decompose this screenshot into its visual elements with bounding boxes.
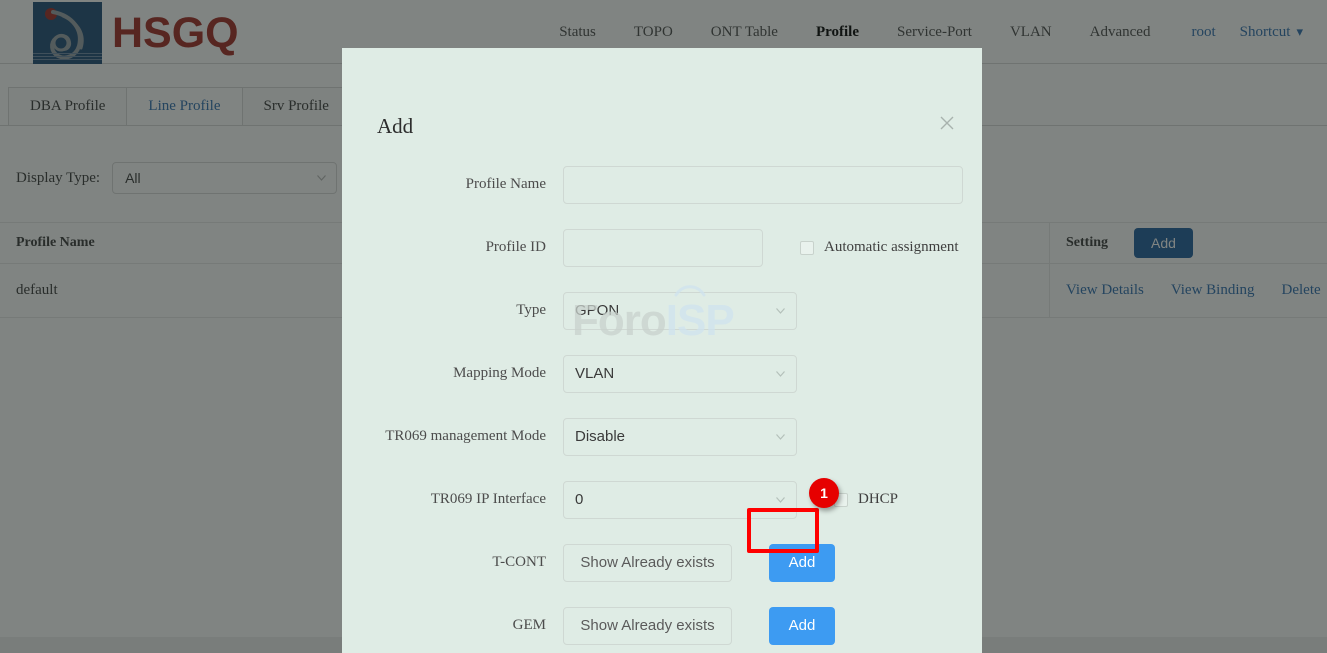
- field-row-mapping-mode: Mapping Mode VLAN: [342, 347, 982, 400]
- label-tr069-management-mode: TR069 management Mode: [385, 428, 546, 444]
- tr069-management-mode-select[interactable]: Disable: [563, 417, 797, 456]
- label-gem: GEM: [512, 617, 546, 633]
- label-mapping-mode: Mapping Mode: [453, 365, 546, 381]
- dhcp-checkbox[interactable]: DHCP: [834, 491, 898, 508]
- annotation-step-badge: 1: [809, 478, 839, 508]
- field-row-tr069-management-mode: TR069 management Mode Disable: [342, 410, 982, 463]
- automatic-assignment-label: Automatic assignment: [824, 239, 959, 255]
- mapping-mode-select[interactable]: VLAN: [563, 354, 797, 393]
- field-row-type: Type GPON: [342, 284, 982, 337]
- tr069-ip-interface-value: 0: [575, 491, 584, 508]
- chevron-down-icon: [776, 433, 785, 440]
- dialog-form: Profile Name Profile ID Automatic assign…: [342, 158, 982, 653]
- dialog-title: Add: [377, 114, 414, 138]
- tcont-add-button[interactable]: Add: [769, 543, 835, 582]
- profile-name-input[interactable]: [563, 165, 963, 204]
- type-value: GPON: [575, 302, 620, 319]
- profile-id-input[interactable]: [563, 228, 763, 267]
- chevron-down-icon: [776, 496, 785, 503]
- label-profile-name: Profile Name: [465, 176, 546, 192]
- mapping-mode-value: VLAN: [575, 365, 615, 382]
- label-type: Type: [516, 302, 546, 318]
- label-tcont: T-CONT: [492, 554, 546, 570]
- automatic-assignment-checkbox[interactable]: Automatic assignment: [800, 239, 959, 256]
- gem-show-existing-button[interactable]: Show Already exists: [563, 606, 732, 645]
- type-select[interactable]: GPON: [563, 291, 797, 330]
- screenshot-root: HSGQ Status TOPO ONT Table Profile Servi…: [0, 0, 1327, 653]
- gem-add-button[interactable]: Add: [769, 606, 835, 645]
- field-row-profile-id: Profile ID Automatic assignment: [342, 221, 982, 274]
- close-icon[interactable]: [934, 110, 960, 136]
- tcont-show-existing-button[interactable]: Show Already exists: [563, 543, 732, 582]
- field-row-tr069-ip-interface: TR069 IP Interface 0 DHCP: [342, 473, 982, 526]
- add-line-profile-dialog: Add Profile Name Profile ID Automatic as…: [342, 48, 982, 653]
- field-row-profile-name: Profile Name: [342, 158, 982, 211]
- tr069-management-mode-value: Disable: [575, 428, 626, 445]
- field-row-tcont: T-CONT Show Already exists Add: [342, 536, 982, 589]
- label-tr069-ip-interface: TR069 IP Interface: [430, 491, 546, 507]
- dhcp-label: DHCP: [858, 491, 899, 507]
- field-row-gem: GEM Show Already exists Add: [342, 599, 982, 652]
- checkbox-box-icon: [800, 240, 814, 255]
- chevron-down-icon: [776, 370, 785, 377]
- label-profile-id: Profile ID: [485, 239, 546, 255]
- tr069-ip-interface-select[interactable]: 0: [563, 480, 797, 519]
- chevron-down-icon: [776, 307, 785, 314]
